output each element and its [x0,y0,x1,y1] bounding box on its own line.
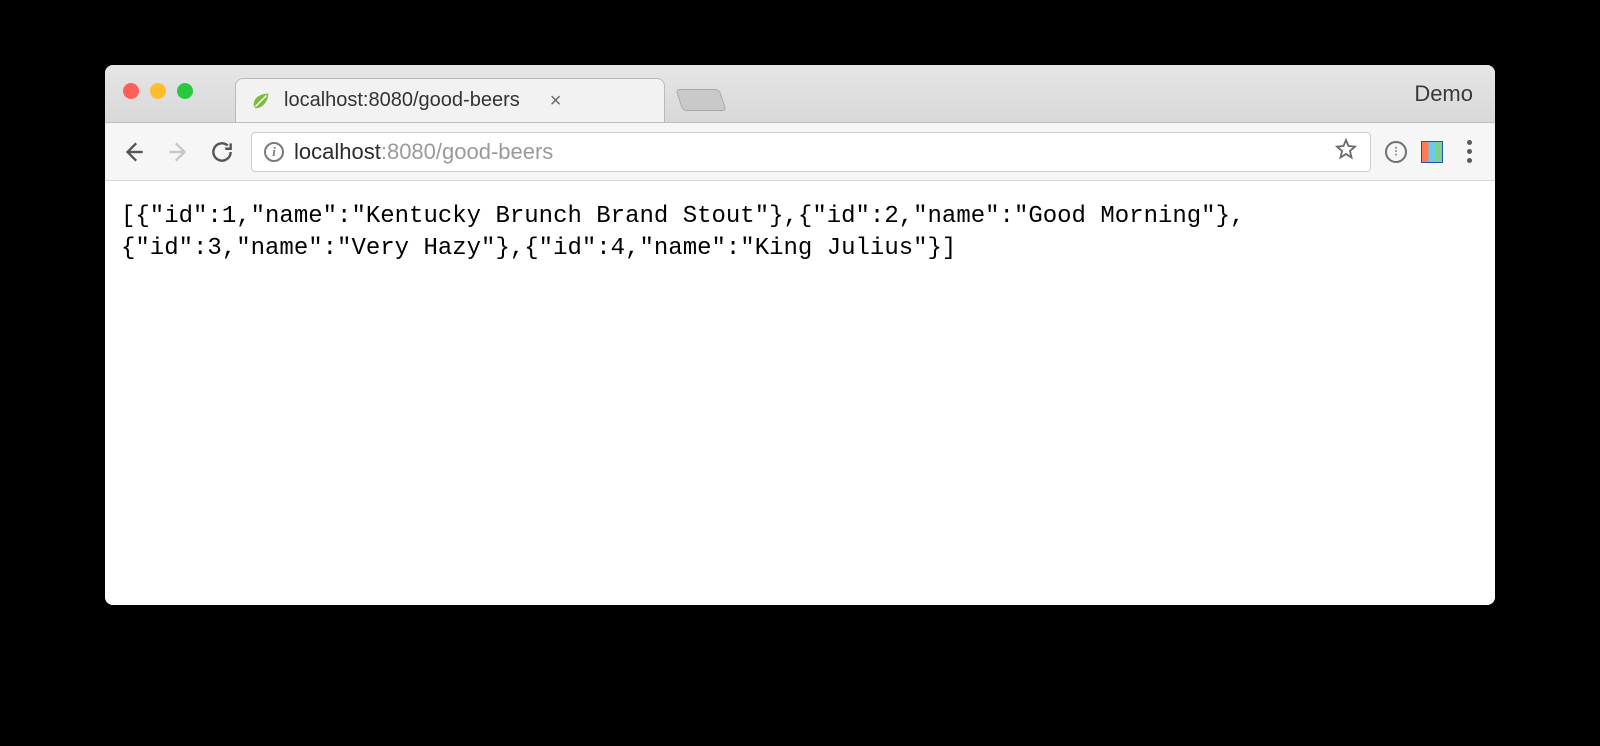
maximize-window-button[interactable] [177,83,193,99]
toolbar: i localhost:8080/good-beers ⁝ [105,123,1495,181]
menu-button[interactable] [1457,140,1481,163]
new-tab-button[interactable] [675,89,726,111]
browser-tab[interactable]: localhost:8080/good-beers × [235,78,665,122]
browser-window: localhost:8080/good-beers × Demo [105,65,1495,605]
reload-button[interactable] [207,137,237,167]
spring-leaf-icon [250,90,272,112]
forward-button[interactable] [163,137,193,167]
url-rest: :8080/good-beers [381,139,553,164]
url-text: localhost:8080/good-beers [294,139,1324,165]
minimize-window-button[interactable] [150,83,166,99]
tab-title: localhost:8080/good-beers [284,89,520,112]
title-bar: localhost:8080/good-beers × Demo [105,65,1495,123]
json-response-text: [{"id":1,"name":"Kentucky Brunch Brand S… [121,201,1479,266]
site-info-icon[interactable]: i [264,142,284,162]
profile-label[interactable]: Demo [1414,81,1473,107]
url-host: localhost [294,139,381,164]
address-bar[interactable]: i localhost:8080/good-beers [251,132,1371,172]
close-tab-button[interactable]: × [550,91,562,111]
close-window-button[interactable] [123,83,139,99]
back-button[interactable] [119,137,149,167]
bookmark-star-icon[interactable] [1334,137,1358,166]
page-viewport: [{"id":1,"name":"Kentucky Brunch Brand S… [105,181,1495,605]
window-controls [123,83,193,99]
password-manager-icon[interactable]: ⁝ [1385,141,1407,163]
lighthouse-extension-icon[interactable] [1421,141,1443,163]
